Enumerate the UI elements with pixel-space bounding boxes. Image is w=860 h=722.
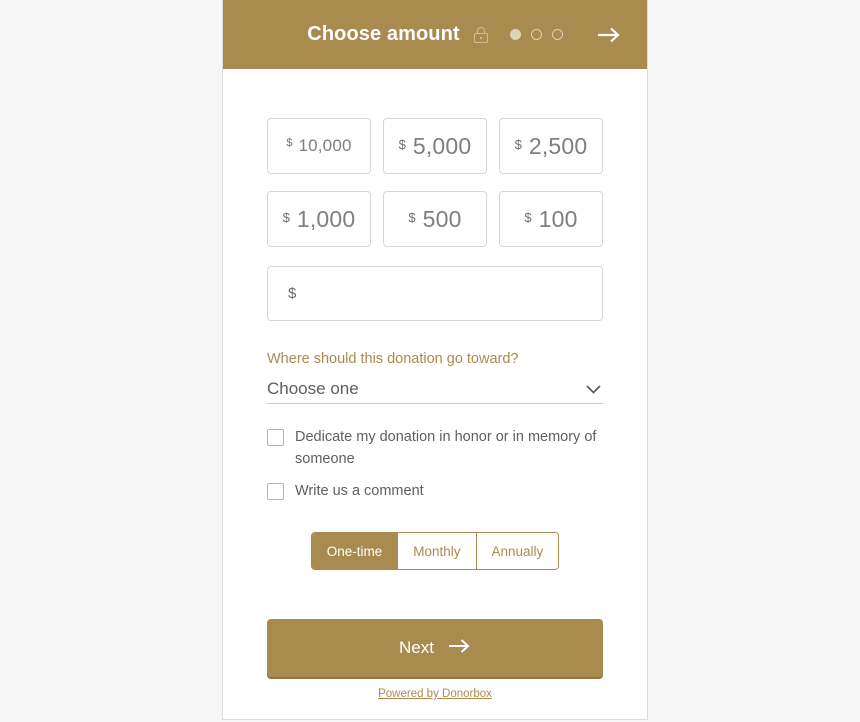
currency-symbol: $ xyxy=(288,285,297,302)
amount-button[interactable]: $ 1,000 xyxy=(267,191,371,247)
dedicate-donation-checkbox-row[interactable]: Dedicate my donation in honor or in memo… xyxy=(267,427,603,470)
page-title: Choose amount xyxy=(307,23,460,45)
frequency-button-group: One-time Monthly Annually xyxy=(310,532,560,571)
designation-selected-value: Choose one xyxy=(267,379,359,399)
step-dot-3 xyxy=(551,29,563,40)
form-header: Choose amount xyxy=(223,0,647,69)
arrow-right-icon xyxy=(448,638,471,659)
amount-button[interactable]: $ 10,000 xyxy=(267,118,371,174)
currency-symbol: $ xyxy=(524,209,532,225)
currency-symbol: $ xyxy=(408,209,416,225)
currency-symbol: $ xyxy=(282,209,290,225)
amount-options-grid: $ 10,000 $ 5,000 $ 2,500 $ 1,000 $ 500 $… xyxy=(267,118,603,247)
amount-value: 500 xyxy=(422,205,462,232)
frequency-option-monthly[interactable]: Monthly xyxy=(398,533,477,570)
step-dot-1 xyxy=(509,29,521,40)
next-button-label: Next xyxy=(399,638,434,658)
options-checkbox-list: Dedicate my donation in honor or in memo… xyxy=(267,427,603,513)
designation-label: Where should this donation go toward? xyxy=(267,351,519,367)
amount-button[interactable]: $ 2,500 xyxy=(499,118,603,174)
lock-icon xyxy=(473,26,488,43)
dedicate-donation-label: Dedicate my donation in honor or in memo… xyxy=(295,429,597,467)
powered-by-donorbox-link[interactable]: Powered by Donorbox xyxy=(378,688,492,700)
amount-button[interactable]: $ 100 xyxy=(499,191,603,247)
header-next-arrow-button[interactable] xyxy=(595,21,623,49)
next-button[interactable]: Next xyxy=(267,619,603,678)
frequency-option-one-time[interactable]: One-time xyxy=(311,533,399,570)
frequency-option-annually[interactable]: Annually xyxy=(476,533,559,570)
amount-value: 2,500 xyxy=(528,132,588,159)
amount-value: 10,000 xyxy=(298,136,352,155)
donation-form-card: Choose amount $ 10,000 $ 5,000 $ 2,500 $… xyxy=(222,0,648,720)
step-dot-2 xyxy=(530,29,542,40)
custom-amount-input[interactable]: $ xyxy=(267,266,603,321)
amount-button[interactable]: $ 500 xyxy=(383,191,487,247)
amount-value: 100 xyxy=(538,205,578,232)
amount-value: 5,000 xyxy=(412,132,472,159)
write-comment-label: Write us a comment xyxy=(295,483,424,500)
amount-button[interactable]: $ 5,000 xyxy=(383,118,487,174)
form-body: $ 10,000 $ 5,000 $ 2,500 $ 1,000 $ 500 $… xyxy=(223,69,647,719)
write-comment-checkbox[interactable] xyxy=(267,483,284,501)
form-footer: Powered by Donorbox xyxy=(267,688,603,719)
currency-symbol: $ xyxy=(514,136,522,152)
step-indicator xyxy=(509,29,563,40)
dedicate-donation-checkbox[interactable] xyxy=(267,429,284,447)
frequency-selector: One-time Monthly Annually xyxy=(267,532,603,571)
designation-select[interactable]: Choose one xyxy=(267,375,603,405)
chevron-down-icon xyxy=(585,384,601,394)
write-comment-checkbox-row[interactable]: Write us a comment xyxy=(267,481,603,502)
currency-symbol: $ xyxy=(286,137,293,149)
page-background: Choose amount $ 10,000 $ 5,000 $ 2,500 $… xyxy=(0,0,860,722)
currency-symbol: $ xyxy=(398,136,406,152)
amount-value: 1,000 xyxy=(296,205,356,232)
